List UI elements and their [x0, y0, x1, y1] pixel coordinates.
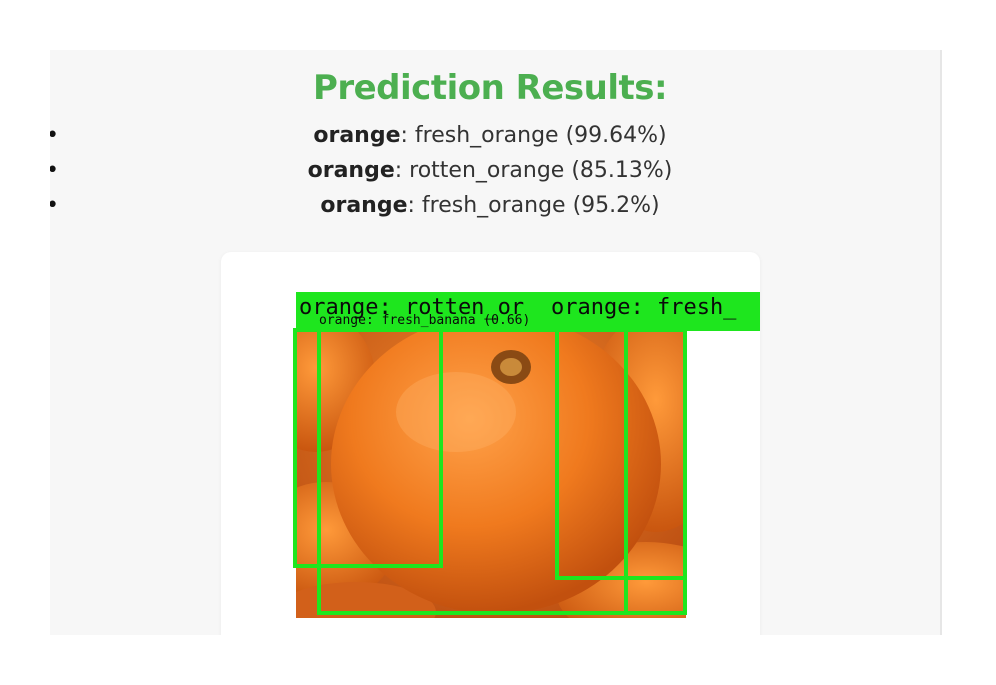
result-prediction: : fresh_orange (95.2%) [407, 193, 660, 218]
orange-photo [296, 292, 686, 618]
result-class: orange [307, 158, 395, 183]
list-item: • orange: fresh_orange (95.2%) [50, 188, 930, 223]
bullet-icon: • [50, 153, 59, 188]
page-title: Prediction Results: [312, 68, 668, 108]
prediction-image [296, 292, 686, 618]
result-prediction: : fresh_orange (99.64%) [400, 123, 667, 148]
bullet-icon: • [50, 118, 59, 153]
results-panel: Prediction Results: • orange: fresh_oran… [50, 50, 942, 635]
prediction-list: • orange: fresh_orange (99.64%) • orange… [50, 118, 930, 223]
prediction-image-card: orange: rotten_or orange: fresh_ orange:… [221, 252, 760, 635]
bullet-icon: • [50, 188, 59, 223]
result-prediction: : rotten_orange (85.13%) [394, 158, 673, 183]
result-class: orange [320, 193, 408, 218]
result-class: orange [313, 123, 401, 148]
list-item: • orange: rotten_orange (85.13%) [50, 153, 930, 188]
list-item: • orange: fresh_orange (99.64%) [50, 118, 930, 153]
